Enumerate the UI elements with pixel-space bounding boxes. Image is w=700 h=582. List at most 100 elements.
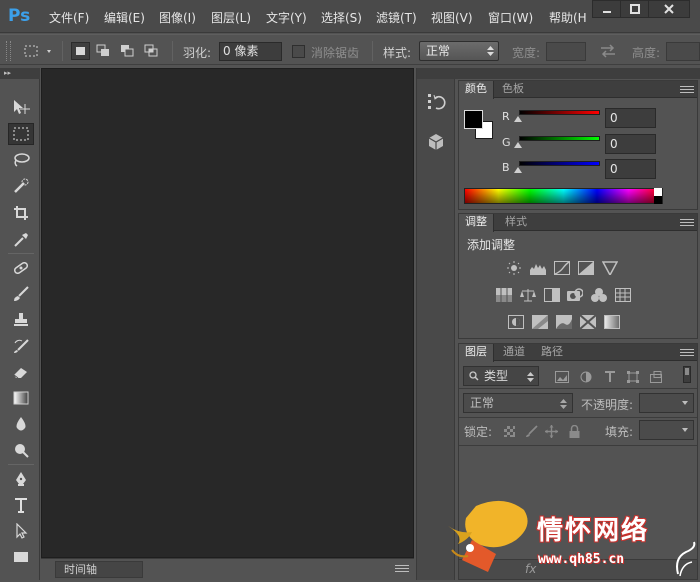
invert-icon[interactable] [508, 315, 524, 329]
tab-paths[interactable]: 路径 [535, 344, 569, 361]
type-tool[interactable] [8, 494, 34, 516]
layer-filter-select[interactable]: 类型 [463, 366, 539, 386]
history-brush-tool[interactable] [8, 335, 34, 357]
photo-filter-icon[interactable] [567, 288, 583, 302]
height-input[interactable] [666, 42, 700, 61]
lock-image-pixels-icon[interactable] [525, 425, 538, 438]
feather-input[interactable]: 0 像素 [219, 42, 282, 61]
new-selection-button[interactable] [71, 42, 90, 60]
filter-toggle-switch[interactable] [683, 366, 691, 383]
color-lookup-icon[interactable] [615, 288, 631, 302]
clone-stamp-tool[interactable] [8, 309, 34, 331]
menu-layer[interactable]: 图层(L) [211, 9, 251, 26]
layers-menu-icon[interactable] [680, 349, 694, 357]
green-slider-thumb[interactable] [514, 142, 522, 148]
color-balance-icon[interactable] [520, 288, 536, 302]
pen-tool[interactable] [8, 468, 34, 490]
style-select[interactable]: 正常 [419, 41, 499, 61]
filter-shape-layer-icon[interactable] [627, 371, 639, 383]
antialias-checkbox[interactable] [292, 45, 305, 58]
gradient-tool[interactable] [8, 387, 34, 409]
levels-icon[interactable] [530, 261, 546, 275]
green-value-field[interactable]: 0 [605, 134, 656, 154]
channel-mixer-icon[interactable] [591, 288, 607, 302]
filter-adjustment-layer-icon[interactable] [580, 371, 592, 383]
red-slider-thumb[interactable] [514, 116, 522, 122]
eraser-tool[interactable] [8, 361, 34, 383]
rectangle-tool[interactable] [8, 546, 34, 568]
menu-image[interactable]: 图像(I) [159, 9, 196, 26]
vibrance-icon[interactable] [602, 261, 618, 275]
blue-value-field[interactable]: 0 [605, 159, 656, 179]
strip-collapse-button[interactable] [417, 68, 456, 79]
tab-styles[interactable]: 样式 [499, 214, 533, 231]
move-tool[interactable] [8, 96, 34, 118]
menu-view[interactable]: 视图(V) [431, 9, 473, 26]
lock-transparent-pixels-icon[interactable] [504, 426, 515, 437]
curves-icon[interactable] [554, 261, 570, 275]
timeline-tab[interactable]: 时间轴 [55, 561, 143, 578]
subtract-selection-button[interactable] [118, 42, 137, 60]
tool-preset-picker[interactable] [22, 42, 54, 60]
selective-color-icon[interactable] [580, 315, 596, 329]
menu-file[interactable]: 文件(F) [49, 9, 89, 26]
filter-pixel-layer-icon[interactable] [555, 371, 569, 383]
brush-tool[interactable] [8, 283, 34, 305]
dock-collapse-button[interactable] [456, 68, 700, 79]
red-value-field[interactable]: 0 [605, 108, 656, 128]
threshold-icon[interactable] [556, 315, 572, 329]
exposure-icon[interactable] [578, 261, 594, 275]
crop-tool[interactable] [8, 202, 34, 224]
history-panel-button[interactable] [421, 88, 451, 116]
toolbar-collapse-button[interactable]: ▸▸ [0, 68, 40, 79]
blue-slider-thumb[interactable] [514, 167, 522, 173]
filter-smart-object-icon[interactable] [650, 371, 662, 383]
tab-channels[interactable]: 通道 [497, 344, 531, 361]
brightness-icon[interactable] [506, 261, 522, 275]
document-canvas-area[interactable] [41, 68, 414, 558]
blur-tool[interactable] [8, 413, 34, 435]
fill-field[interactable] [639, 420, 694, 440]
lock-position-icon[interactable] [545, 425, 558, 438]
options-grip[interactable] [6, 41, 11, 61]
lasso-tool[interactable] [8, 149, 34, 171]
filter-type-layer-icon[interactable] [604, 371, 616, 383]
menu-filter[interactable]: 滤镜(T) [376, 9, 417, 26]
tab-color[interactable]: 颜色 [459, 81, 494, 99]
dodge-tool[interactable] [8, 439, 34, 461]
foreground-color-swatch[interactable] [464, 110, 483, 129]
menu-select[interactable]: 选择(S) [321, 9, 362, 26]
add-to-selection-button[interactable] [94, 42, 113, 60]
swap-width-height-button[interactable] [598, 44, 618, 58]
timeline-menu-icon[interactable] [395, 565, 409, 573]
width-input[interactable] [546, 42, 586, 61]
gradient-map-icon[interactable] [604, 315, 620, 329]
close-button[interactable] [648, 0, 690, 18]
menu-help[interactable]: 帮助(H [549, 9, 587, 26]
blue-slider[interactable] [519, 161, 600, 166]
healing-brush-tool[interactable] [8, 257, 34, 279]
menu-type[interactable]: 文字(Y) [266, 9, 307, 26]
color-panel-menu-icon[interactable] [680, 86, 694, 94]
white-ramp-swatch[interactable] [654, 188, 662, 196]
lock-all-icon[interactable] [569, 425, 580, 438]
properties-panel-button[interactable] [421, 128, 451, 156]
color-spectrum-ramp[interactable] [464, 188, 663, 204]
path-select-tool[interactable] [8, 520, 34, 542]
black-white-icon[interactable] [544, 288, 560, 302]
blend-mode-select[interactable]: 正常 [463, 393, 573, 413]
tab-swatches[interactable]: 色板 [496, 81, 530, 98]
menu-window[interactable]: 窗口(W) [488, 9, 533, 26]
quick-select-tool[interactable] [8, 175, 34, 197]
posterize-icon[interactable] [532, 315, 548, 329]
intersect-selection-button[interactable] [142, 42, 161, 60]
opacity-field[interactable] [639, 393, 694, 413]
red-slider[interactable] [519, 110, 600, 115]
black-ramp-swatch[interactable] [654, 196, 662, 204]
green-slider[interactable] [519, 136, 600, 141]
tab-layers[interactable]: 图层 [459, 344, 494, 362]
hue-saturation-icon[interactable] [496, 288, 512, 302]
tab-adjustments[interactable]: 调整 [459, 214, 494, 232]
adjustments-menu-icon[interactable] [680, 219, 694, 227]
eyedropper-tool[interactable] [8, 228, 34, 250]
